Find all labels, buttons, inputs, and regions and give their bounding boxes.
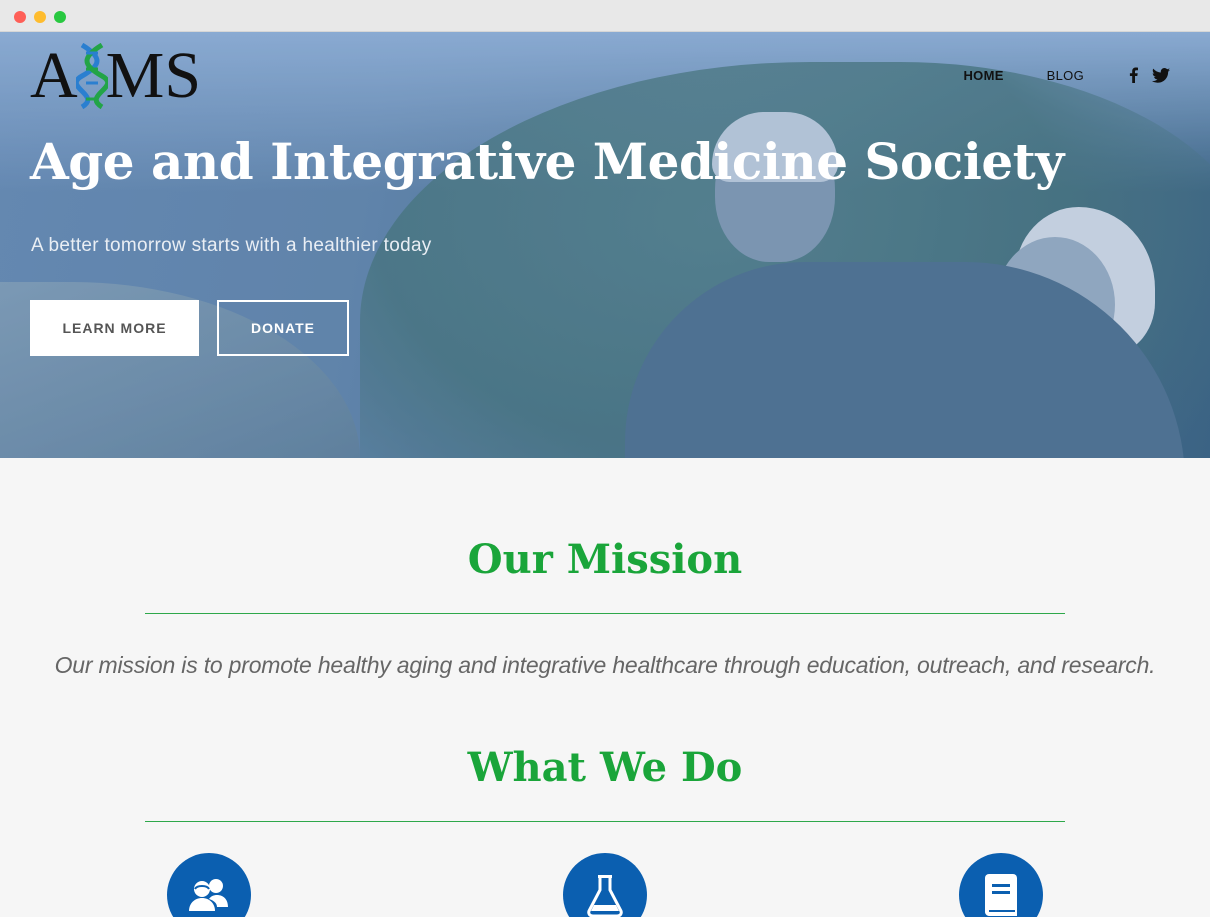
mission-divider [145, 613, 1065, 614]
social-links [1114, 66, 1170, 84]
mission-text: Our mission is to promote healthy aging … [54, 652, 1156, 678]
nav-home[interactable]: HOME [963, 68, 1003, 83]
dna-icon [73, 42, 110, 110]
site-logo[interactable]: A MS [30, 40, 201, 112]
close-window-button[interactable] [14, 11, 26, 23]
facebook-icon[interactable] [1124, 66, 1142, 84]
donate-button[interactable]: DONATE [217, 300, 349, 356]
window-titlebar [0, 0, 1210, 32]
nav-blog[interactable]: BLOG [1047, 68, 1084, 83]
logo-letter-a: A [30, 39, 78, 112]
main-nav: HOME BLOG [920, 66, 1170, 84]
what-we-do-divider [145, 821, 1065, 822]
minimize-window-button[interactable] [34, 11, 46, 23]
maximize-window-button[interactable] [54, 11, 66, 23]
book-icon [959, 853, 1043, 917]
logo-letters-ms: MS [105, 39, 202, 112]
people-icon [167, 853, 251, 917]
twitter-icon[interactable] [1152, 66, 1170, 84]
hero-title: Age and Integrative Medicine Society [30, 132, 1064, 191]
hero-subtitle: A better tomorrow starts with a healthie… [31, 235, 432, 256]
what-we-do-heading: What We Do [467, 744, 743, 791]
mission-heading: Our Mission [467, 536, 743, 583]
flask-icon [563, 853, 647, 917]
learn-more-button[interactable]: LEARN MORE [30, 300, 199, 356]
